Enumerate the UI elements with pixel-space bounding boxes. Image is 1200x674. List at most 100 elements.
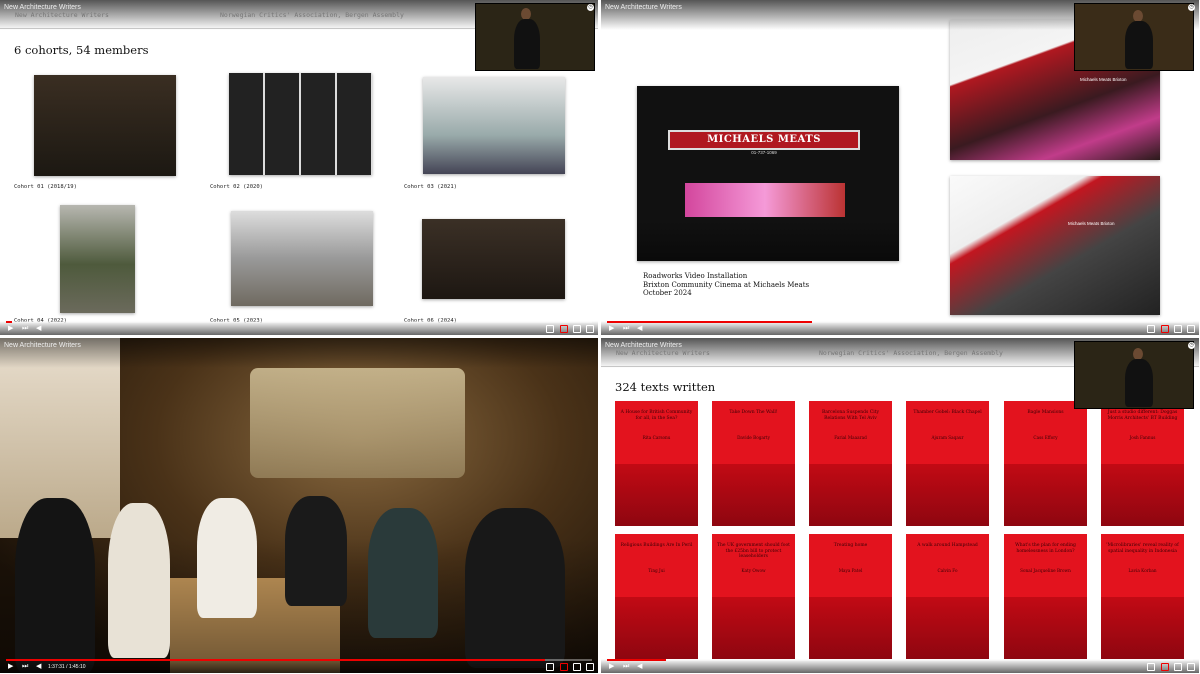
cover-title: A House for British Community for all, i…	[620, 410, 693, 421]
panelist	[368, 508, 438, 638]
settings-icon[interactable]	[560, 325, 568, 333]
video-title[interactable]: New Architecture Writers	[4, 4, 81, 11]
play-icon[interactable]: ▶	[8, 663, 16, 670]
panelist	[285, 496, 347, 606]
next-icon[interactable]: ⏭	[623, 663, 631, 670]
window-van	[250, 368, 465, 478]
video-panel-michaels-meats[interactable]: New Architecture Writers MICHAELS MEATS …	[601, 0, 1199, 335]
cover-image	[906, 597, 989, 659]
captions-icon[interactable]	[1147, 663, 1155, 671]
cohort-02-photo	[229, 73, 372, 175]
cover-author: Ting Jui	[648, 568, 665, 573]
time-display: 1:37:31 / 1:45:10	[48, 664, 86, 670]
cover-image	[712, 597, 795, 659]
captions-icon[interactable]	[546, 663, 554, 671]
clock-icon[interactable]: ◷	[1188, 4, 1195, 11]
cover-author: Calvin Fo	[937, 568, 958, 573]
next-icon[interactable]: ⏭	[22, 325, 30, 332]
settings-icon[interactable]	[560, 663, 568, 671]
cover-author: Ajuram Saqaur	[931, 435, 964, 440]
text-cover: What's the plan for ending homelessness …	[1004, 534, 1087, 659]
progress-fill	[6, 659, 546, 661]
text-cover: 'Microlibraries' reveal reality of spati…	[1101, 534, 1184, 659]
cover-author: Katy Owow	[741, 568, 766, 573]
speaker-camera	[1074, 3, 1194, 71]
text-cover: Barcelona Suspends City Relations With T…	[809, 401, 892, 526]
fullscreen-icon[interactable]	[586, 663, 594, 671]
cover-title: A walk around Hampstead	[917, 543, 978, 548]
player-controls[interactable]: ▶ ⏭ ◀ 1:37:31 / 1:45:10	[0, 659, 598, 673]
video-title[interactable]: New Architecture Writers	[605, 4, 682, 11]
progress-fill	[6, 321, 12, 323]
volume-icon[interactable]: ◀	[36, 663, 44, 670]
miniplayer-icon[interactable]	[573, 325, 581, 333]
slide-heading: 6 cohorts, 54 members	[14, 43, 149, 57]
captions-icon[interactable]	[546, 325, 554, 333]
next-icon[interactable]: ⏭	[623, 325, 631, 332]
video-panel-discussion[interactable]: New Architecture Writers ▶ ⏭ ◀ 1:37:31 /…	[0, 338, 598, 673]
cover-image	[1101, 597, 1184, 659]
clock-icon[interactable]: ◷	[1188, 342, 1195, 349]
cohort-05-photo	[231, 211, 373, 306]
player-controls[interactable]: ▶ ⏭ ◀	[0, 321, 598, 335]
miniplayer-icon[interactable]	[1174, 325, 1182, 333]
volume-icon[interactable]: ◀	[36, 325, 44, 332]
cover-title: Just a studio different: Doggas Morris A…	[1107, 410, 1178, 421]
play-icon[interactable]: ▶	[609, 663, 617, 670]
play-icon[interactable]: ▶	[8, 325, 16, 332]
video-panel-texts[interactable]: New Architecture Writers New Architectur…	[601, 338, 1199, 673]
progress-bar[interactable]	[607, 321, 1193, 323]
cover-title: The UK government should foot the £25bn …	[717, 543, 790, 559]
progress-bar[interactable]	[6, 321, 592, 323]
video-title[interactable]: New Architecture Writers	[4, 342, 81, 349]
fullscreen-icon[interactable]	[1187, 663, 1195, 671]
caption-line: Roadworks Video Installation	[643, 272, 748, 280]
cover-image	[712, 464, 795, 526]
cover-author: Davide Bogarty	[737, 435, 770, 440]
settings-icon[interactable]	[1161, 663, 1169, 671]
interior-sign: Michaels Meats Brixton	[1068, 221, 1115, 226]
progress-bar[interactable]	[607, 659, 1193, 661]
fullscreen-icon[interactable]	[586, 325, 594, 333]
next-icon[interactable]: ⏭	[22, 663, 30, 670]
interior-sign: Michaels Meats Brixton	[1080, 77, 1127, 82]
cohort-03-photo	[423, 77, 565, 174]
cover-title: What's the plan for ending homelessness …	[1015, 543, 1076, 554]
cover-image	[1004, 464, 1087, 526]
text-cover: A House for British Community for all, i…	[615, 401, 698, 526]
play-icon[interactable]: ▶	[609, 325, 617, 332]
cover-image	[1004, 597, 1087, 659]
volume-icon[interactable]: ◀	[637, 325, 645, 332]
text-cover: Religious Buildings Are In Peril Ting Jui	[615, 534, 698, 659]
panelist	[108, 503, 170, 658]
miniplayer-icon[interactable]	[573, 663, 581, 671]
speaker-body	[1125, 21, 1153, 69]
fullscreen-icon[interactable]	[1187, 325, 1195, 333]
captions-icon[interactable]	[1147, 325, 1155, 333]
video-title[interactable]: New Architecture Writers	[605, 342, 682, 349]
miniplayer-icon[interactable]	[1174, 663, 1182, 671]
slide-header-right: Norwegian Critics' Association, Bergen A…	[220, 11, 404, 19]
settings-icon[interactable]	[1161, 325, 1169, 333]
cover-title: Religious Buildings Are In Peril	[620, 543, 693, 548]
player-controls[interactable]: ▶ ⏭ ◀	[601, 321, 1199, 335]
cover-author: Rita Carsonu	[642, 435, 671, 440]
cohort-06-photo	[422, 219, 565, 299]
crowd	[637, 221, 899, 261]
cover-author: Sonal Jacqueline Brown	[1020, 568, 1071, 573]
video-panel-cohorts[interactable]: New Architecture Writers New Architectur…	[0, 0, 598, 335]
slide-header-left: New Architecture Writers	[15, 11, 109, 19]
progress-fill	[607, 659, 666, 661]
speaker-camera	[1074, 341, 1194, 409]
cohort-caption: Cohort 01 (2018/19)	[14, 184, 77, 190]
text-cover: Thamber Gobel: Black Chapel Ajuram Saqaur	[906, 401, 989, 526]
volume-icon[interactable]: ◀	[637, 663, 645, 670]
player-controls[interactable]: ▶ ⏭ ◀	[601, 659, 1199, 673]
progress-bar[interactable]	[6, 659, 592, 661]
slide-header-left: New Architecture Writers	[616, 349, 710, 357]
speaker-body	[514, 19, 540, 69]
speaker-body	[1125, 359, 1153, 407]
clock-icon[interactable]: ◷	[587, 4, 594, 11]
cover-image	[809, 597, 892, 659]
text-cover: The UK government should foot the £25bn …	[712, 534, 795, 659]
